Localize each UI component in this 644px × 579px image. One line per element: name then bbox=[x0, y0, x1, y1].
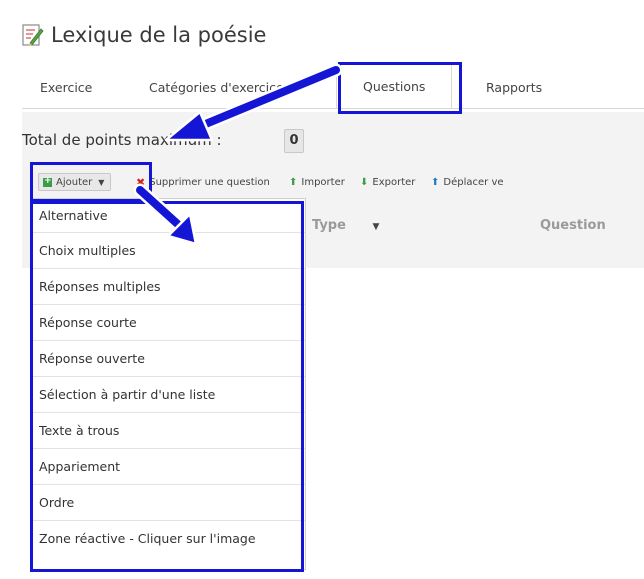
tab-exercice[interactable]: Exercice bbox=[40, 80, 92, 95]
menu-item-ordre[interactable]: Ordre bbox=[33, 485, 305, 521]
export-arrow-icon: ⬇ bbox=[360, 176, 369, 188]
menu-item-selection-liste[interactable]: Sélection à partir d'une liste bbox=[33, 377, 305, 413]
import-arrow-icon: ⬆ bbox=[289, 176, 298, 188]
add-question-label: Ajouter bbox=[56, 176, 93, 188]
caret-down-icon: ▼ bbox=[98, 177, 105, 187]
total-points-label: Total de points maximum : bbox=[22, 131, 222, 149]
menu-item-texte-a-trous[interactable]: Texte à trous bbox=[33, 413, 305, 449]
import-button[interactable]: ⬆ Importer bbox=[289, 174, 345, 190]
menu-item-appariement[interactable]: Appariement bbox=[33, 449, 305, 485]
edit-document-icon bbox=[22, 23, 44, 47]
delete-x-icon: ✖ bbox=[136, 175, 146, 189]
tab-bar: Exercice Catégories d'exercice Questions… bbox=[22, 64, 644, 108]
menu-item-reponse-courte[interactable]: Réponse courte bbox=[33, 305, 305, 341]
add-question-menu: Alternative Choix multiples Réponses mul… bbox=[32, 198, 306, 570]
move-arrow-icon: ⬆ bbox=[431, 176, 440, 188]
add-question-button[interactable]: Ajouter ▼ bbox=[38, 173, 112, 191]
menu-item-zone-reactive[interactable]: Zone réactive - Cliquer sur l'image bbox=[33, 521, 305, 557]
menu-item-alternative[interactable]: Alternative bbox=[33, 199, 305, 233]
import-label: Importer bbox=[301, 176, 345, 188]
move-button[interactable]: ⬆ Déplacer ve bbox=[431, 174, 504, 190]
tab-divider bbox=[22, 108, 644, 109]
column-header-question[interactable]: Question bbox=[540, 218, 606, 233]
page-header: Lexique de la poésie bbox=[22, 20, 266, 50]
sort-caret-icon: ▼ bbox=[372, 222, 380, 232]
menu-item-reponse-ouverte[interactable]: Réponse ouverte bbox=[33, 341, 305, 377]
add-icon bbox=[43, 176, 52, 187]
column-type-label: Type bbox=[312, 218, 346, 233]
menu-item-reponses-multiples[interactable]: Réponses multiples bbox=[33, 269, 305, 305]
questions-toolbar: Ajouter ▼ ✖ Supprimer une question ⬆ Imp… bbox=[38, 173, 644, 192]
column-header-type[interactable]: Type ▼ bbox=[312, 218, 379, 233]
menu-item-choix-multiples[interactable]: Choix multiples bbox=[33, 233, 305, 269]
move-label: Déplacer ve bbox=[443, 176, 504, 188]
tab-rapports[interactable]: Rapports bbox=[486, 80, 542, 95]
export-button[interactable]: ⬇ Exporter bbox=[360, 174, 415, 190]
delete-question-button[interactable]: ✖ Supprimer une question bbox=[136, 174, 270, 190]
export-label: Exporter bbox=[372, 176, 416, 188]
tab-categories[interactable]: Catégories d'exercice bbox=[149, 80, 284, 95]
tab-questions[interactable]: Questions bbox=[336, 64, 453, 108]
total-points-value: 0 bbox=[284, 129, 304, 153]
delete-question-label: Supprimer une question bbox=[149, 176, 270, 188]
page-title: Lexique de la poésie bbox=[51, 23, 267, 47]
